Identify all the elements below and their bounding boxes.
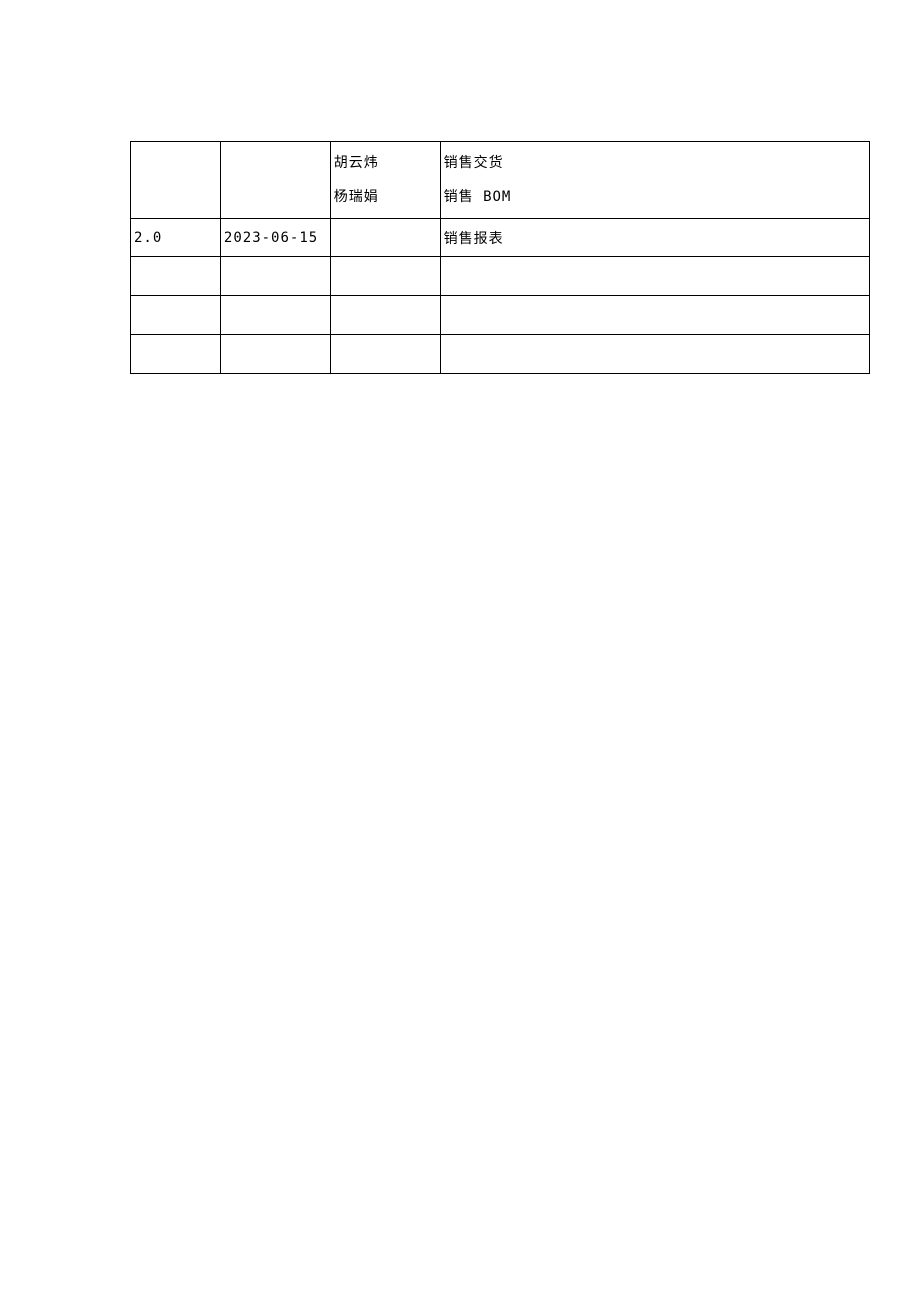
cell-author [330, 219, 440, 257]
cell-author-line1: 胡云炜 [334, 146, 437, 180]
revision-table: 胡云炜 杨瑞娟 销售交货 销售 BOM 2.0 2023-06-15 销售报表 [130, 141, 870, 374]
cell-date [220, 142, 330, 219]
cell-author: 胡云炜 杨瑞娟 [330, 142, 440, 219]
cell-description-line2: 销售 BOM [444, 180, 866, 214]
cell-description: 销售报表 [440, 219, 869, 257]
cell-description [440, 257, 869, 296]
cell-author [330, 296, 440, 335]
cell-date: 2023-06-15 [220, 219, 330, 257]
table-row [131, 296, 870, 335]
cell-description-line1: 销售交货 [444, 146, 866, 180]
table-row [131, 335, 870, 374]
document-page: 胡云炜 杨瑞娟 销售交货 销售 BOM 2.0 2023-06-15 销售报表 [0, 0, 920, 374]
cell-description [440, 335, 869, 374]
table-row [131, 257, 870, 296]
cell-date [220, 257, 330, 296]
cell-author-line2: 杨瑞娟 [334, 180, 437, 214]
cell-description [440, 296, 869, 335]
cell-description: 销售交货 销售 BOM [440, 142, 869, 219]
table-row: 2.0 2023-06-15 销售报表 [131, 219, 870, 257]
cell-author [330, 335, 440, 374]
cell-version [131, 296, 221, 335]
cell-version [131, 257, 221, 296]
cell-date [220, 296, 330, 335]
cell-author [330, 257, 440, 296]
cell-version [131, 142, 221, 219]
cell-version [131, 335, 221, 374]
cell-date [220, 335, 330, 374]
cell-version: 2.0 [131, 219, 221, 257]
table-row: 胡云炜 杨瑞娟 销售交货 销售 BOM [131, 142, 870, 219]
